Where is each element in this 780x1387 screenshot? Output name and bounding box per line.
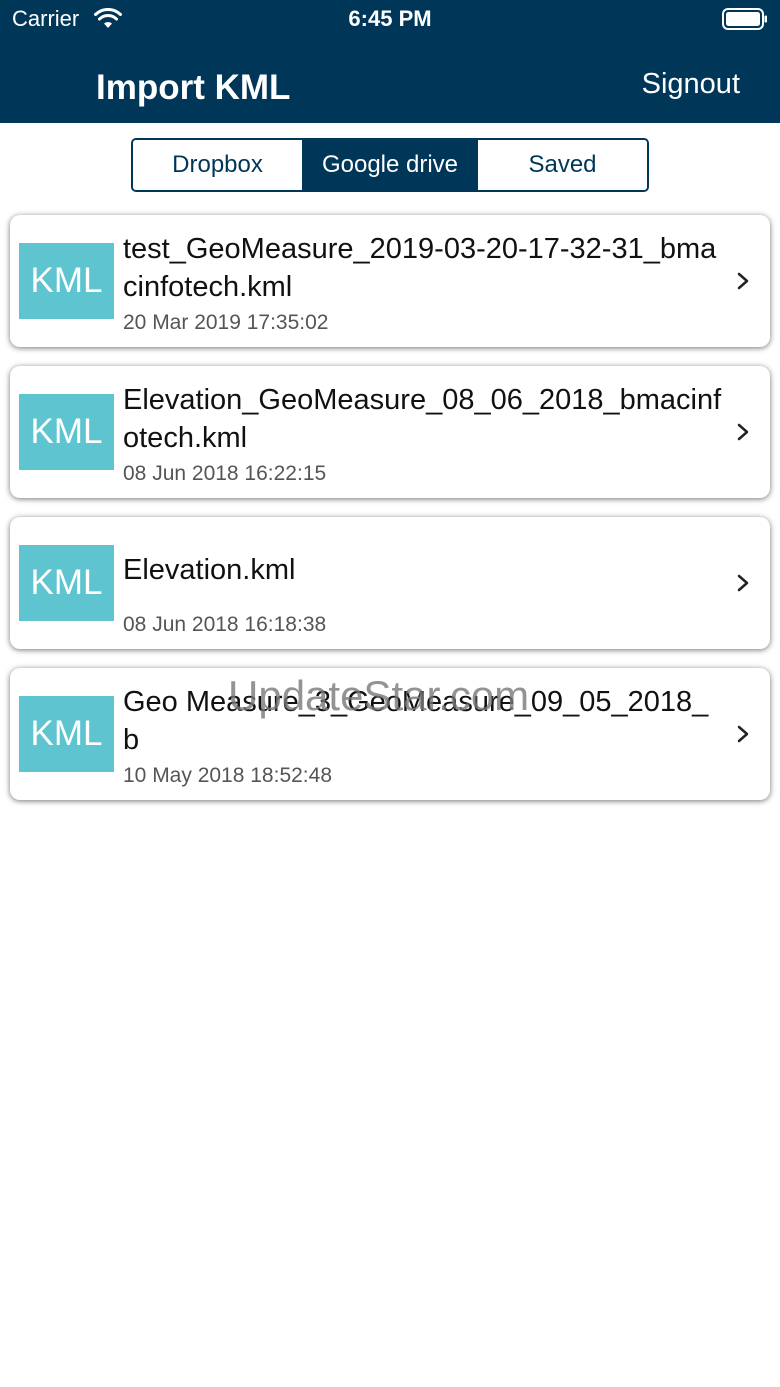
battery-icon (722, 8, 767, 30)
chevron-right-icon (737, 574, 749, 592)
signout-button[interactable]: Signout (642, 68, 740, 101)
file-row[interactable]: KML Geo Measure_3_GeoMeasure_09_05_2018_… (10, 668, 770, 800)
file-name: test_GeoMeasure_2019-03-20-17-32-31_bmac… (123, 233, 717, 303)
file-name: Geo Measure_3_GeoMeasure_09_05_2018_b (123, 686, 709, 756)
kml-file-icon: KML (19, 545, 114, 621)
kml-file-icon: KML (19, 243, 114, 319)
file-row[interactable]: KML Elevation.kml 08 Jun 2018 16:18:38 (10, 517, 770, 649)
page-title: Import KML (96, 68, 291, 107)
file-name: Elevation_GeoMeasure_08_06_2018_bmacinfo… (123, 384, 722, 454)
chevron-right-icon (737, 725, 749, 743)
navigation-header: Carrier 6:45 PM Import KML Signout (0, 0, 780, 123)
file-date: 20 Mar 2019 17:35:02 (123, 311, 329, 334)
chevron-right-icon (737, 272, 749, 290)
file-date: 08 Jun 2018 16:18:38 (123, 613, 327, 636)
file-date: 10 May 2018 18:52:48 (123, 764, 332, 787)
tab-google-drive[interactable]: Google drive (304, 140, 478, 190)
chevron-right-icon (737, 423, 749, 441)
kml-file-icon: KML (19, 394, 114, 470)
file-name: Elevation.kml (123, 554, 296, 586)
file-row[interactable]: KML test_GeoMeasure_2019-03-20-17-32-31_… (10, 215, 770, 347)
tab-dropbox[interactable]: Dropbox (133, 140, 304, 190)
file-row[interactable]: KML Elevation_GeoMeasure_08_06_2018_bmac… (10, 366, 770, 498)
status-time: 6:45 PM (348, 6, 432, 31)
source-segmented-control: Dropbox Google drive Saved (131, 138, 649, 192)
file-date: 08 Jun 2018 16:22:15 (123, 462, 327, 485)
kml-file-icon: KML (19, 696, 114, 772)
status-bar: Carrier 6:45 PM (0, 0, 780, 40)
tab-saved[interactable]: Saved (478, 140, 647, 190)
